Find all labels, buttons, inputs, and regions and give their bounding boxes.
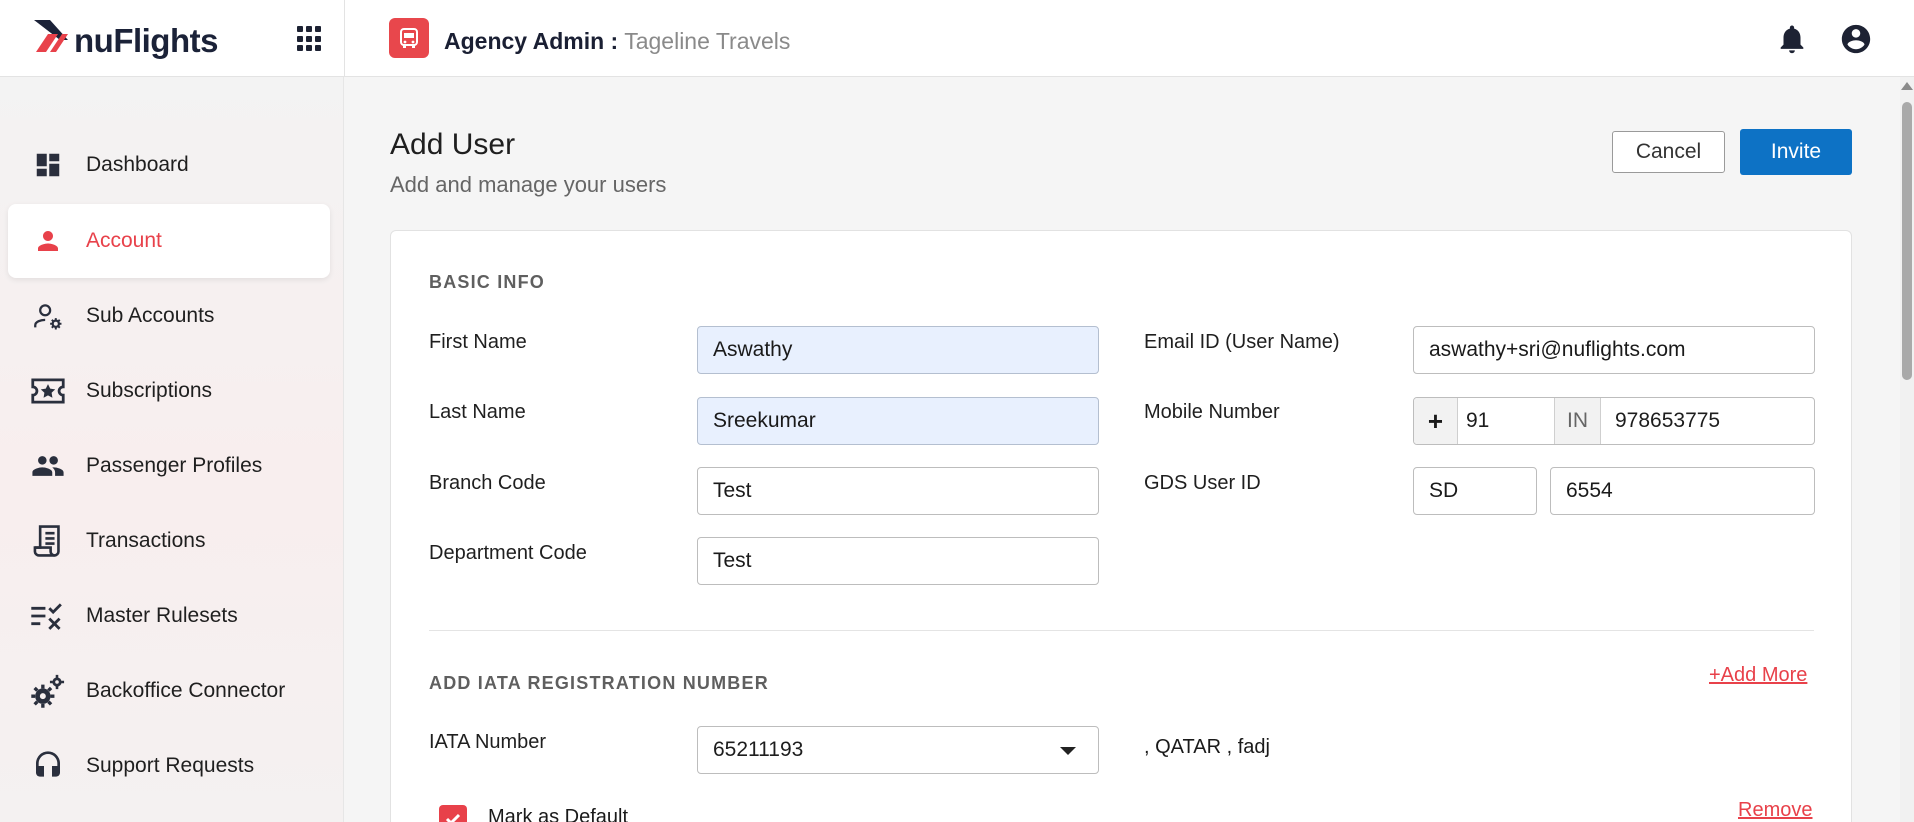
- department-code-input[interactable]: Test: [697, 537, 1099, 585]
- last-name-label: Last Name: [429, 401, 526, 423]
- mark-default-label: Mark as Default: [488, 806, 629, 822]
- bell-icon[interactable]: [1775, 22, 1809, 56]
- sidebar-item-backoffice-connector[interactable]: Backoffice Connector: [8, 654, 330, 728]
- people-icon: [30, 448, 66, 484]
- sidebar-item-label: Passenger Profiles: [86, 454, 263, 477]
- account-circle-icon[interactable]: [1839, 22, 1873, 56]
- sidebar-item-account[interactable]: Account: [8, 204, 330, 278]
- sidebar-item-label: Sub Accounts: [86, 304, 215, 327]
- rules-check-icon: [30, 598, 66, 634]
- add-more-link[interactable]: +Add More: [1709, 664, 1807, 687]
- mobile-number-label: Mobile Number: [1144, 401, 1280, 423]
- iata-info-text: , QATAR , fadj: [1144, 736, 1270, 758]
- branch-code-label: Branch Code: [429, 472, 546, 494]
- agency-label: Agency Admin :: [444, 28, 619, 54]
- sidebar-item-support-requests[interactable]: Support Requests: [8, 729, 330, 803]
- basic-info-heading: BASIC INFO: [429, 272, 546, 292]
- agency-title: Agency Admin : Tageline Travels: [444, 28, 790, 55]
- iata-heading: ADD IATA REGISTRATION NUMBER: [429, 673, 769, 693]
- sidebar-item-master-rulesets[interactable]: Master Rulesets: [8, 579, 330, 653]
- gds-user-id-input[interactable]: 6554: [1550, 467, 1815, 515]
- nuflights-logo[interactable]: nuFlights: [32, 14, 218, 60]
- headset-icon: [30, 748, 66, 784]
- phone-plus-prefix: +: [1414, 398, 1458, 444]
- logo-text: nuFlights: [74, 22, 218, 59]
- phone-number-input[interactable]: 978653775: [1601, 398, 1814, 444]
- section-divider: [429, 630, 1814, 631]
- dropdown-caret-icon: [1060, 747, 1076, 755]
- mobile-number-group: + 91 IN 978653775: [1413, 397, 1815, 445]
- branch-code-input[interactable]: Test: [697, 467, 1099, 515]
- page-title: Add User: [390, 128, 516, 161]
- cancel-button[interactable]: Cancel: [1612, 131, 1725, 173]
- phone-country-label: IN: [1555, 398, 1601, 444]
- gds-user-id-label: GDS User ID: [1144, 472, 1261, 494]
- person-icon: [30, 223, 66, 259]
- last-name-input[interactable]: Sreekumar: [697, 397, 1099, 445]
- invite-button[interactable]: Invite: [1740, 129, 1852, 175]
- page-subtitle: Add and manage your users: [390, 172, 667, 197]
- agency-bus-icon: [389, 18, 429, 58]
- top-header: nuFlights Agency Admin : Tageline Travel…: [0, 0, 1914, 77]
- sidebar-item-transactions[interactable]: Transactions: [8, 504, 330, 578]
- sidebar-item-label: Subscriptions: [86, 379, 213, 402]
- sidebar-item-label: Account: [86, 229, 162, 252]
- agency-name: Tageline Travels: [624, 28, 791, 54]
- receipt-icon: [30, 523, 66, 559]
- gears-icon: [30, 673, 66, 709]
- user-settings-icon: [30, 298, 66, 334]
- sidebar-item-sub-accounts[interactable]: Sub Accounts: [8, 279, 330, 353]
- first-name-input[interactable]: Aswathy: [697, 326, 1099, 374]
- email-label: Email ID (User Name): [1144, 331, 1340, 353]
- ticket-star-icon: [30, 373, 66, 409]
- checkmark-icon: [445, 813, 461, 822]
- mark-default-checkbox[interactable]: [439, 805, 467, 822]
- apps-grid-icon[interactable]: [297, 26, 323, 52]
- first-name-label: First Name: [429, 331, 527, 353]
- sidebar-item-label: Backoffice Connector: [86, 679, 286, 702]
- dashboard-icon: [30, 147, 66, 183]
- phone-country-code-input[interactable]: 91: [1458, 398, 1555, 444]
- sidebar-item-label: Support Requests: [86, 754, 255, 777]
- sidebar-item-subscriptions[interactable]: Subscriptions: [8, 354, 330, 428]
- sidebar: Dashboard Account Sub Accounts Subscript…: [0, 77, 344, 822]
- gds-prefix-input[interactable]: SD: [1413, 467, 1537, 515]
- scrollbar-thumb[interactable]: [1902, 102, 1912, 380]
- email-input[interactable]: aswathy+sri@nuflights.com: [1413, 326, 1815, 374]
- sidebar-item-label: Dashboard: [86, 153, 189, 176]
- header-divider: [344, 0, 345, 77]
- add-user-form-card: BASIC INFO First Name Aswathy Last Name …: [390, 230, 1852, 822]
- sidebar-item-dashboard[interactable]: Dashboard: [8, 128, 330, 202]
- department-code-label: Department Code: [429, 542, 587, 564]
- sidebar-item-label: Transactions: [86, 529, 206, 552]
- sidebar-item-label: Master Rulesets: [86, 604, 238, 627]
- iata-number-value: 65211193: [713, 738, 804, 761]
- remove-link[interactable]: Remove: [1738, 799, 1812, 822]
- logo-mark-icon: [34, 20, 68, 52]
- sidebar-item-passenger-profiles[interactable]: Passenger Profiles: [8, 429, 330, 503]
- scroll-up-arrow-icon[interactable]: [1901, 82, 1913, 90]
- iata-number-select[interactable]: 65211193: [697, 726, 1099, 774]
- iata-number-label: IATA Number: [429, 731, 547, 753]
